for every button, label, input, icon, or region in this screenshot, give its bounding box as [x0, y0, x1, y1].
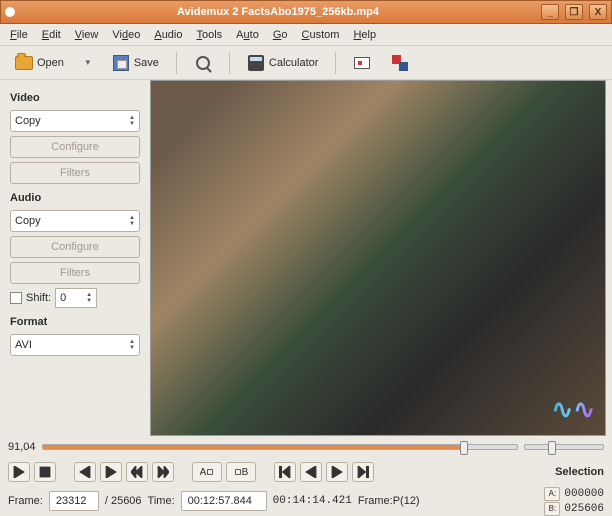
toolbar: Open ▼ Save Calculator: [0, 46, 612, 80]
goto-marker-b-button[interactable]: [326, 462, 348, 482]
marker-b-button[interactable]: B:: [544, 502, 560, 516]
shift-value: 0: [60, 292, 86, 304]
set-marker-a-button[interactable]: A: [192, 462, 222, 482]
squares-button[interactable]: [384, 49, 416, 77]
separator: [176, 52, 177, 74]
format-value: AVI: [15, 339, 129, 351]
menu-audio[interactable]: Audio: [154, 29, 182, 41]
audio-codec-select[interactable]: Copy▲▼: [10, 210, 140, 232]
next-frame-button[interactable]: [100, 462, 122, 482]
watermark-logo: ∿∿: [551, 394, 595, 425]
audio-heading: Audio: [10, 192, 140, 204]
play-button[interactable]: [8, 462, 30, 482]
slider-position: 91,04: [8, 441, 36, 453]
info-button[interactable]: [187, 49, 219, 77]
format-heading: Format: [10, 316, 140, 328]
minimize-button[interactable]: _: [541, 4, 559, 20]
audio-filters-button[interactable]: Filters: [10, 262, 140, 284]
calculator-button[interactable]: Calculator: [240, 49, 326, 77]
goto-start-button[interactable]: [274, 462, 296, 482]
spin-icon: ▲▼: [129, 215, 135, 227]
menu-bar: File Edit View Video Audio Tools Auto Go…: [0, 24, 612, 46]
folder-icon: [15, 56, 33, 70]
menu-video[interactable]: Video: [112, 29, 140, 41]
window-title: Avidemux 2 FactsAbo1975_256kb.mp4: [21, 6, 535, 18]
video-heading: Video: [10, 92, 140, 104]
video-preview: ∿∿: [150, 80, 606, 436]
title-bar: Avidemux 2 FactsAbo1975_256kb.mp4 _ ❐ X: [0, 0, 612, 24]
set-marker-b-button[interactable]: B: [226, 462, 256, 482]
progress-fill: [43, 445, 461, 449]
floppy-icon: [113, 55, 129, 71]
selection-heading: Selection: [555, 466, 604, 478]
goto-marker-a-button[interactable]: [300, 462, 322, 482]
open-button[interactable]: Open: [8, 49, 71, 77]
separator: [335, 52, 336, 74]
selection-a-value: 000000: [564, 488, 604, 500]
spin-icon: ▲▼: [86, 292, 92, 304]
side-panel: Video Copy▲▼ Configure Filters Audio Cop…: [0, 80, 150, 436]
squares-icon: [392, 55, 408, 71]
format-select[interactable]: AVI▲▼: [10, 334, 140, 356]
frame-input[interactable]: 23312: [49, 491, 99, 511]
magnifier-icon: [196, 56, 210, 70]
separator: [229, 52, 230, 74]
prev-keyframe-button[interactable]: [126, 462, 148, 482]
video-filters-button[interactable]: Filters: [10, 162, 140, 184]
spin-icon: ▲▼: [129, 115, 135, 127]
video-codec-value: Copy: [15, 115, 129, 127]
chevron-down-icon: ▼: [84, 58, 92, 67]
maximize-button[interactable]: ❐: [565, 4, 583, 20]
open-dropdown[interactable]: ▼: [77, 53, 99, 72]
menu-file[interactable]: File: [10, 29, 28, 41]
prev-frame-button[interactable]: [74, 462, 96, 482]
open-label: Open: [37, 57, 64, 69]
shift-input[interactable]: 0▲▼: [55, 288, 97, 308]
stop-button[interactable]: [34, 462, 56, 482]
menu-custom[interactable]: Custom: [302, 29, 340, 41]
slider-thumb[interactable]: [548, 441, 556, 455]
menu-go[interactable]: Go: [273, 29, 288, 41]
audio-codec-value: Copy: [15, 215, 129, 227]
slider-thumb[interactable]: [460, 441, 468, 455]
video-configure-button[interactable]: Configure: [10, 136, 140, 158]
menu-view[interactable]: View: [75, 29, 99, 41]
save-label: Save: [134, 57, 159, 69]
time-input[interactable]: 00:12:57.844: [181, 491, 267, 511]
time-label: Time:: [148, 495, 175, 507]
calculator-icon: [248, 55, 264, 71]
menu-help[interactable]: Help: [353, 29, 376, 41]
shift-checkbox[interactable]: [10, 292, 22, 304]
menu-edit[interactable]: Edit: [42, 29, 61, 41]
menu-auto[interactable]: Auto: [236, 29, 259, 41]
spin-icon: ▲▼: [129, 339, 135, 351]
duration-text: 00:14:14.421: [273, 495, 352, 507]
presentation-button[interactable]: [346, 49, 378, 77]
shift-label: Shift:: [26, 292, 51, 304]
save-button[interactable]: Save: [105, 49, 166, 77]
audio-configure-button[interactable]: Configure: [10, 236, 140, 258]
video-codec-select[interactable]: Copy▲▼: [10, 110, 140, 132]
secondary-slider[interactable]: [524, 444, 604, 450]
goto-end-button[interactable]: [352, 462, 374, 482]
selection-b-value: 025606: [564, 503, 604, 515]
frame-type-text: Frame:P(12): [358, 495, 420, 507]
frame-label: Frame:: [8, 495, 43, 507]
marker-a-button[interactable]: A:: [544, 487, 560, 501]
frame-total: / 25606: [105, 495, 142, 507]
menu-tools[interactable]: Tools: [196, 29, 222, 41]
calculator-label: Calculator: [269, 57, 319, 69]
presentation-icon: [354, 57, 370, 69]
close-button[interactable]: X: [589, 4, 607, 20]
next-keyframe-button[interactable]: [152, 462, 174, 482]
app-icon: [5, 7, 15, 17]
timeline-slider[interactable]: [42, 444, 518, 450]
